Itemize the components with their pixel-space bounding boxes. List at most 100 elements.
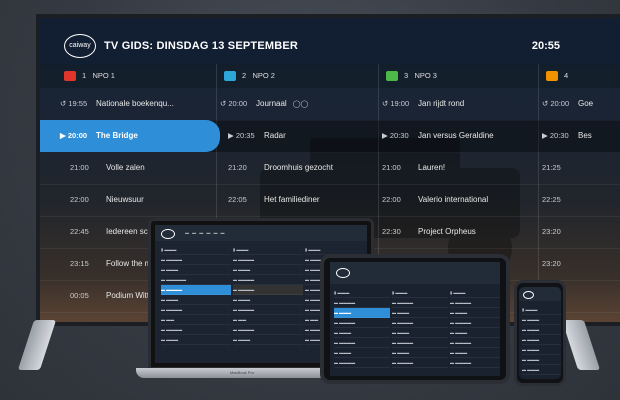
tablet-screen: ▮ ▬▬▬ ▬ ▬▬▬▬ ▬ ▬▬▬ ▬ ▬▬▬▬ ▬ ▬▬▬ ▬ ▬▬▬▬ ▬ ▬▬▬ ▬ … — [330, 262, 500, 376]
program-cell-selected[interactable]: ▶ 20:00 The Bridge — [40, 120, 220, 152]
program-title: Volle zalen — [106, 163, 145, 172]
channel-npo3[interactable]: 3 NPO 3 — [386, 68, 437, 84]
program-time: ▶ 20:30 — [542, 131, 569, 140]
caiway-logo-icon — [336, 268, 350, 278]
program-cell[interactable]: ↺ 19:55 Nationale boekenqu... — [60, 88, 210, 120]
program-time: ↺ 19:00 — [382, 99, 410, 108]
program-title: Bes — [578, 131, 592, 140]
laptop-guide-column: ▮ ▬▬▬ ▬ ▬▬▬▬ ▬ ▬▬▬ ▬ ▬▬▬▬▬ ▬ ▬▬▬▬ ▬ ▬▬▬ ▬ ▬▬… — [161, 245, 231, 345]
tv-stand-right — [561, 320, 601, 370]
program-row: 22:00 Nieuwsuur 22:05 Het familiediner 22:… — [40, 184, 620, 217]
clock: 20:55 — [531, 40, 560, 52]
program-title: The Bridge — [96, 131, 138, 140]
program-cell[interactable]: 22:00 Valerio international — [382, 184, 532, 216]
program-title: Radar — [264, 131, 286, 140]
tablet-app-header — [330, 262, 500, 284]
program-time: 22:30 — [382, 227, 401, 236]
tablet-guide-column: ▮ ▬▬▬ ▬ ▬▬▬▬ ▬ ▬▬▬ ▬ ▬▬▬▬ ▬ ▬▬▬ ▬ ▬▬▬▬ ▬ ▬▬▬ ▬ … — [392, 288, 448, 368]
program-time: 21:20 — [228, 163, 247, 172]
program-time: 22:45 — [70, 227, 89, 236]
program-cell[interactable]: ▶ 20:30 Jan versus Geraldine — [382, 120, 532, 152]
program-cell[interactable]: 21:00 Lauren! — [382, 152, 532, 184]
program-time: 22:05 — [228, 195, 247, 204]
program-title: Nieuwsuur — [106, 195, 144, 204]
program-cell[interactable]: 23:20 — [542, 216, 620, 248]
program-time: 22:25 — [542, 195, 561, 204]
caiway-logo-icon — [523, 291, 534, 299]
program-title: Jan rijdt rond — [418, 99, 465, 108]
channel-name: NPO 1 — [92, 71, 115, 80]
program-title: Journaal — [256, 99, 287, 108]
program-time: ▶ 20:00 — [60, 131, 88, 140]
program-title: Lauren! — [418, 163, 446, 172]
program-time: 21:00 — [382, 163, 401, 172]
tablet-guide-column: ▮ ▬▬▬ ▬ ▬▬▬▬ ▬ ▬▬▬ ▬ ▬▬▬▬ ▬ ▬▬▬ ▬ ▬▬▬▬ ▬ ▬▬▬ ▬ … — [450, 288, 500, 368]
program-title: Valerio international — [418, 195, 489, 204]
caiway-logo-icon — [161, 229, 175, 239]
program-time: 00:05 — [70, 291, 89, 300]
tablet-device: ▮ ▬▬▬ ▬ ▬▬▬▬ ▬ ▬▬▬ ▬ ▬▬▬▬ ▬ ▬▬▬ ▬ ▬▬▬▬ ▬ ▬▬▬ ▬ … — [320, 254, 510, 384]
record-icon: ◯◯ — [292, 101, 309, 108]
phone-guide-list: ▮ ▬▬▬ ▬ ▬▬▬ ▬ ▬▬▬ ▬ ▬▬▬ ▬ ▬▬▬ ▬ ▬▬▬ ▬ ▬▬▬ — [522, 305, 561, 375]
program-cell[interactable]: 22:05 Het familiediner — [228, 184, 378, 216]
channel-name: NPO 2 — [252, 71, 275, 80]
laptop-guide-column: ▮ ▬▬▬ ▬ ▬▬▬▬ ▬ ▬▬▬ ▬ ▬▬▬▬ ▬ ▬▬▬▬ ▬ ▬▬▬ ▬ ▬▬▬… — [233, 245, 303, 345]
program-cell[interactable]: ▶ 20:30 Bes — [542, 120, 620, 152]
tv-stand-left — [17, 320, 57, 370]
program-time: 22:00 — [70, 195, 89, 204]
program-title: Goe — [578, 99, 594, 108]
channel-header-bar: 1 NPO 1 2 NPO 2 3 NPO 3 4 — [40, 64, 620, 88]
program-time: 22:00 — [382, 195, 401, 204]
program-time: 21:00 — [70, 163, 89, 172]
laptop-selected-row[interactable]: ▬ ▬▬▬▬ — [161, 285, 231, 295]
program-title: Jan versus Geraldine — [418, 131, 494, 140]
npo1-logo-icon — [64, 71, 76, 82]
program-cell[interactable]: ↺ 20:00 Journaal ◯◯ — [220, 88, 370, 120]
program-time: ↺ 20:00 — [220, 99, 248, 108]
phone-app-header — [519, 287, 561, 301]
program-time: 21:25 — [542, 163, 561, 172]
product-showcase: caiway TV GIDS: DINSDAG 13 SEPTEMBER 20:… — [0, 0, 620, 400]
channel-name: NPO 3 — [414, 71, 437, 80]
tablet-guide-column: ▮ ▬▬▬ ▬ ▬▬▬▬ ▬ ▬▬▬ ▬ ▬▬▬▬ ▬ ▬▬▬ ▬ ▬▬▬▬ ▬ ▬▬▬ ▬ … — [334, 288, 390, 368]
laptop-model-label: MacBook Pro — [230, 370, 255, 375]
program-cell[interactable]: 21:20 Droomhuis gezocht — [228, 152, 378, 184]
program-time: 23:20 — [542, 259, 561, 268]
program-cell[interactable]: 21:25 — [542, 152, 620, 184]
laptop-nav: ▬ ▬ ▬ ▬ ▬ ▬ — [185, 230, 226, 235]
program-cell[interactable]: 23:20 — [542, 248, 620, 280]
tablet-selected-row[interactable]: ▬ ▬▬▬ — [334, 308, 390, 318]
program-title: Project Orpheus — [418, 227, 476, 236]
npo3-logo-icon — [386, 71, 398, 82]
program-time: ↺ 19:55 — [60, 99, 88, 108]
program-row: 21:00 Volle zalen 21:20 Droomhuis gezocht … — [40, 152, 620, 185]
channel-rtl4[interactable]: 4 — [546, 68, 568, 84]
program-cell[interactable]: ↺ 20:00 Goe — [542, 88, 620, 120]
channel-number: 4 — [564, 71, 569, 80]
channel-number: 1 — [82, 71, 87, 80]
program-title: Droomhuis gezocht — [264, 163, 333, 172]
program-row: ↺ 19:55 Nationale boekenqu... ↺ 20:00 Jour… — [40, 88, 620, 121]
channel-number: 3 — [404, 71, 409, 80]
program-time: 23:15 — [70, 259, 89, 268]
phone-device: ▮ ▬▬▬ ▬ ▬▬▬ ▬ ▬▬▬ ▬ ▬▬▬ ▬ ▬▬▬ ▬ ▬▬▬ ▬ ▬▬▬ — [514, 280, 566, 386]
program-cell[interactable]: 21:00 Volle zalen — [70, 152, 215, 184]
program-row-current: ▶ 20:00 The Bridge ▶ 20:35 Radar ▶ 20:30 Ja… — [40, 120, 620, 153]
npo2-logo-icon — [224, 71, 236, 82]
page-title: TV GIDS: DINSDAG 13 SEPTEMBER — [104, 40, 299, 52]
channel-npo1[interactable]: 1 NPO 1 — [64, 68, 115, 84]
program-cell[interactable]: ↺ 19:00 Jan rijdt rond — [382, 88, 532, 120]
program-cell[interactable]: 22:00 Nieuwsuur — [70, 184, 215, 216]
channel-npo2[interactable]: 2 NPO 2 — [224, 68, 275, 84]
tv-guide-header: caiway TV GIDS: DINSDAG 13 SEPTEMBER 20:… — [40, 18, 620, 68]
channel-number: 2 — [242, 71, 247, 80]
laptop-app-header: ▬ ▬ ▬ ▬ ▬ ▬ — [155, 225, 367, 241]
program-time: ▶ 20:30 — [382, 131, 409, 140]
caiway-logo: caiway — [64, 34, 96, 58]
program-cell[interactable]: 22:30 Project Orpheus — [382, 216, 532, 248]
program-cell[interactable]: ▶ 20:35 Radar — [228, 120, 378, 152]
program-cell[interactable]: 22:25 — [542, 184, 620, 216]
program-time: ▶ 20:35 — [228, 131, 255, 140]
program-time: ↺ 20:00 — [542, 99, 570, 108]
program-time: 23:20 — [542, 227, 561, 236]
